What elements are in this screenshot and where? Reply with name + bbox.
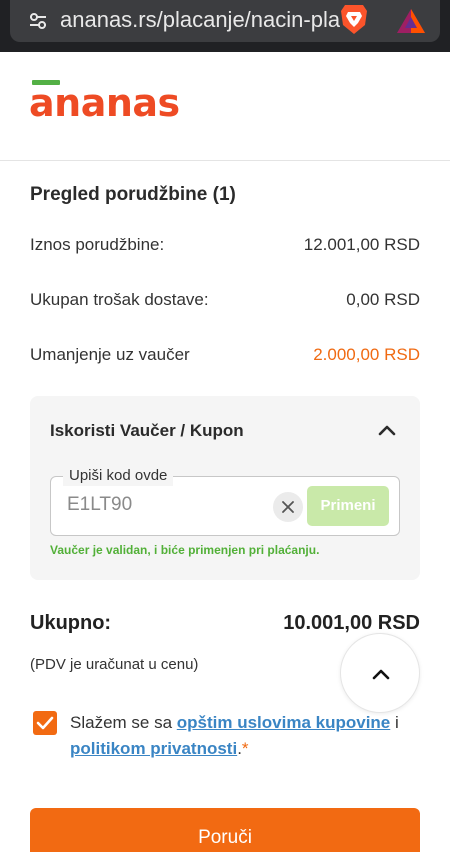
close-icon [282,501,294,513]
shipping-cost-value: 0,00 RSD [346,290,420,309]
total-label: Ukupno: [30,612,112,634]
required-mark: * [241,739,249,758]
privacy-policy-link[interactable]: politikom privatnosti [70,739,237,758]
voucher-valid-message: Vaučer je validan, i biće primenjen pri … [50,543,320,557]
brave-lion-icon[interactable] [340,3,368,35]
voucher-discount-row: Umanjenje uz vaučer 2.000,00 RSD [30,345,420,365]
voucher-discount-label: Umanjenje uz vaučer [30,345,190,364]
voucher-discount-value: 2.000,00 RSD [313,345,420,364]
terms-prefix: Slažem se sa [70,713,177,732]
voucher-code-input[interactable] [67,494,257,516]
vat-note: (PDV je uračunat u cenu) [30,656,199,673]
bat-triangle-icon[interactable] [396,8,426,34]
order-amount-value: 12.001,00 RSD [303,235,420,254]
voucher-panel: Iskoristi Vaučer / Kupon Upiši kod ovde … [30,396,420,580]
address-bar[interactable]: ananas.rs/placanje/nacin-placa [10,0,440,42]
scroll-to-top-button[interactable] [340,633,420,713]
terms-agreement-text: Slažem se sa opštim uslovima kupovine i … [70,710,425,762]
order-amount-row: Iznos porudžbine: 12.001,00 RSD [30,235,420,255]
chevron-up-icon[interactable] [378,424,396,436]
checkmark-icon [36,716,54,730]
logo-text: ananas [29,81,180,125]
shipping-cost-row: Ukupan trošak dostave: 0,00 RSD [30,290,420,310]
total-value: 10.001,00 RSD [283,612,420,634]
url-text[interactable]: ananas.rs/placanje/nacin-placa [60,7,340,33]
voucher-code-label: Upiši kod ovde [63,466,174,486]
voucher-panel-title[interactable]: Iskoristi Vaučer / Kupon [50,421,244,441]
apply-voucher-button[interactable]: Primeni [307,486,389,526]
terms-checkbox[interactable] [33,711,57,735]
tune-icon[interactable] [28,11,48,31]
site-header: ananas [0,52,450,161]
order-summary-title: Pregled porudžbine (1) [30,184,236,205]
terms-middle: i [390,713,399,732]
chevron-up-icon [372,669,390,680]
browser-toolbar: ananas.rs/placanje/nacin-placa [0,0,450,52]
place-order-button[interactable]: Poruči [30,808,420,852]
voucher-code-field[interactable]: Upiši kod ovde Primeni [50,466,400,536]
terms-of-purchase-link[interactable]: opštim uslovima kupovine [177,713,391,732]
shipping-cost-label: Ukupan trošak dostave: [30,290,209,309]
order-amount-label: Iznos porudžbine: [30,235,165,254]
clear-input-button[interactable] [273,492,303,522]
